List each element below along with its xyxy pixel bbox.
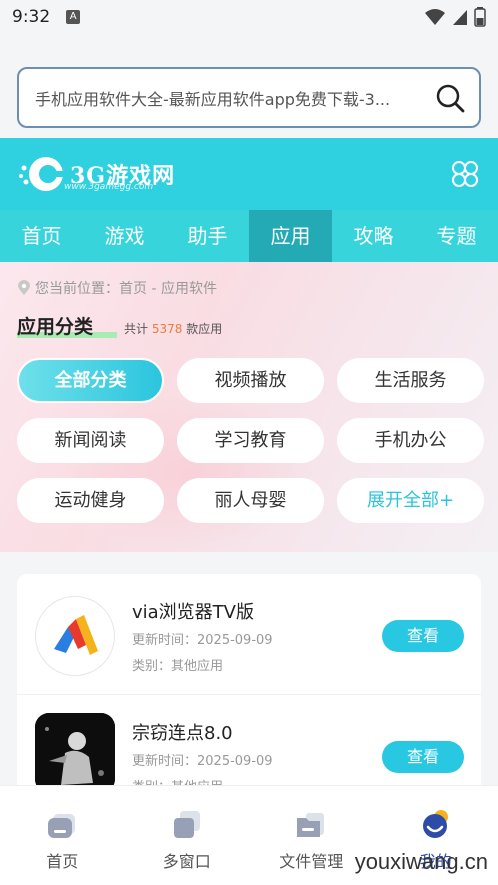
list-item[interactable]: 宗窃连点8.0 更新时间：2025-09-09 类别：其他应用 查看 <box>17 694 481 794</box>
app-date: 更新时间：2025-09-09 <box>132 633 273 648</box>
chip-video[interactable]: 视频播放 <box>177 358 324 403</box>
nav-guides[interactable]: 攻略 <box>332 210 415 262</box>
multiwindow-tab-icon <box>173 811 200 838</box>
count-suffix: 款应用 <box>186 322 223 336</box>
breadcrumb: 您当前位置：首页 - 应用软件 <box>17 278 217 298</box>
notification-a-icon: A <box>66 10 81 24</box>
chip-education[interactable]: 学习教育 <box>177 418 324 463</box>
tab-files-label: 文件管理 <box>279 852 344 871</box>
breadcrumb-text: 您当前位置：首页 - 应用软件 <box>35 281 217 297</box>
search-input[interactable]: 手机应用软件大全-最新应用软件app免费下载-3... <box>17 67 481 128</box>
chip-beauty-baby[interactable]: 丽人母婴 <box>177 478 324 523</box>
app-name[interactable]: via浏览器TV版 <box>132 598 254 624</box>
app-thumbnail-icon <box>35 713 115 793</box>
chip-expand-all[interactable]: 展开全部+ <box>337 478 484 523</box>
tab-home-label: 首页 <box>46 852 79 871</box>
nav-games[interactable]: 游戏 <box>83 210 166 262</box>
folder-tab-icon <box>297 813 325 837</box>
app-category: 类别：其他应用 <box>132 659 224 674</box>
chip-office[interactable]: 手机办公 <box>337 418 484 463</box>
wifi-icon <box>425 9 445 25</box>
search-area: 手机应用软件大全-最新应用软件app免费下载-3... <box>0 34 498 138</box>
category-chips: 全部分类 视频播放 生活服务 新闻阅读 学习教育 手机办公 运动健身 丽人母婴 … <box>17 358 484 523</box>
search-text: 手机应用软件大全-最新应用软件app免费下载-3... <box>35 89 391 109</box>
category-panel: 您当前位置：首页 - 应用软件 应用分类 共计 5378 款应用 全部分类 视频… <box>0 262 498 552</box>
nav-topics[interactable]: 专题 <box>415 210 498 262</box>
app-date: 更新时间：2025-09-09 <box>132 754 273 769</box>
via-app-icon <box>35 596 115 676</box>
nav-assistant[interactable]: 助手 <box>166 210 249 262</box>
tab-home[interactable]: 首页 <box>0 786 125 885</box>
status-bar: 9:32 A <box>0 0 498 34</box>
count-prefix: 共计 <box>124 322 149 336</box>
watermark: youxiwang.cn <box>354 849 488 874</box>
tab-multiwindow-label: 多窗口 <box>162 852 211 871</box>
chip-news[interactable]: 新闻阅读 <box>17 418 164 463</box>
tab-multiwindow[interactable]: 多窗口 <box>125 786 250 885</box>
status-time: 9:32 <box>12 7 51 27</box>
chip-sports[interactable]: 运动健身 <box>17 478 164 523</box>
chip-life[interactable]: 生活服务 <box>337 358 484 403</box>
search-icon[interactable] <box>435 83 465 113</box>
logo-subtitle: www.3gamegg.com <box>64 182 154 192</box>
view-button[interactable]: 查看 <box>382 620 464 652</box>
location-pin-icon <box>18 280 30 295</box>
view-button[interactable]: 查看 <box>382 741 464 773</box>
menu-grid-icon[interactable] <box>450 159 480 189</box>
signal-icon <box>453 10 467 25</box>
list-item[interactable]: via浏览器TV版 更新时间：2025-09-09 类别：其他应用 查看 <box>17 574 481 694</box>
chip-all[interactable]: 全部分类 <box>17 358 164 403</box>
nav-home[interactable]: 首页 <box>0 210 83 262</box>
app-name[interactable]: 宗窃连点8.0 <box>132 719 233 745</box>
nav-apps[interactable]: 应用 <box>249 210 332 262</box>
count-number: 5378 <box>151 322 183 336</box>
home-tab-icon <box>48 814 76 838</box>
section-title: 应用分类 <box>17 316 94 338</box>
app-count: 共计 5378 款应用 <box>124 320 222 337</box>
site-header: 3G游戏网 www.3gamegg.com <box>0 138 498 210</box>
logo-g-icon <box>19 157 64 191</box>
status-icons <box>424 7 486 27</box>
profile-tab-icon <box>422 810 448 838</box>
app-list: via浏览器TV版 更新时间：2025-09-09 类别：其他应用 查看 宗窃连… <box>17 574 481 794</box>
battery-icon <box>474 7 486 27</box>
main-nav: 首页 游戏 助手 应用 攻略 专题 <box>0 210 498 262</box>
